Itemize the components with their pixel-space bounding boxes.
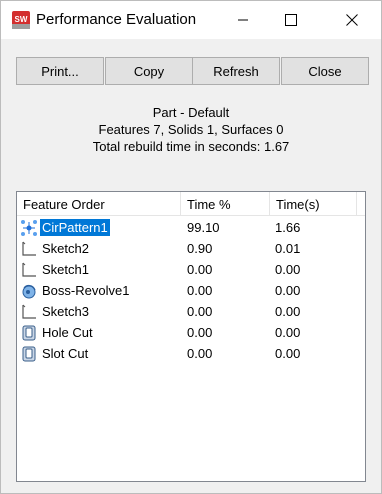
cut-icon <box>20 345 38 363</box>
title-bar: SW Performance Evaluation <box>1 1 381 39</box>
table-row[interactable]: CirPattern1 99.10 1.66 <box>17 217 365 238</box>
svg-text:SW: SW <box>15 15 28 24</box>
sketch-icon <box>20 261 38 279</box>
list-header: Feature Order Time % Time(s) <box>17 192 365 216</box>
time-percent-cell: 0.90 <box>187 241 213 256</box>
minimize-button[interactable] <box>220 1 266 39</box>
time-percent-cell: 0.00 <box>187 325 213 340</box>
feature-name-cell: Boss-Revolve1 <box>20 280 180 301</box>
sketch-icon <box>20 303 38 321</box>
time-seconds-cell: 0.00 <box>275 283 301 298</box>
print-button[interactable]: Print... <box>16 57 104 85</box>
circular-pattern-icon <box>20 219 38 237</box>
feature-name: Hole Cut <box>42 325 93 340</box>
table-row[interactable]: Sketch2 0.90 0.01 <box>17 238 365 259</box>
table-row[interactable]: Slot Cut 0.00 0.00 <box>17 343 365 364</box>
time-percent-cell: 99.10 <box>187 220 220 235</box>
copy-button[interactable]: Copy <box>105 57 193 85</box>
revolve-icon <box>20 282 38 300</box>
time-seconds-cell: 0.00 <box>275 346 301 361</box>
feature-name-cell: Sketch1 <box>20 259 180 280</box>
time-percent-cell: 0.00 <box>187 262 213 277</box>
cut-icon <box>20 324 38 342</box>
time-percent-cell: 0.00 <box>187 304 213 319</box>
feature-name-cell: Sketch2 <box>20 238 180 259</box>
solidworks-app-icon: SW <box>11 10 31 30</box>
configuration-label: Part - Default <box>152 105 230 120</box>
table-row[interactable]: Boss-Revolve1 0.00 0.00 <box>17 280 365 301</box>
feature-name-cell: Slot Cut <box>20 343 180 364</box>
feature-list[interactable]: Feature Order Time % Time(s) CirPattern1… <box>16 191 366 482</box>
feature-name: CirPattern1 <box>40 219 110 236</box>
time-seconds-cell: 0.01 <box>275 241 301 256</box>
feature-counts-label: Features 7, Solids 1, Surfaces 0 <box>98 122 284 137</box>
time-percent-cell: 0.00 <box>187 283 213 298</box>
rebuild-time-label: Total rebuild time in seconds: 1.67 <box>92 139 290 154</box>
time-seconds-cell: 0.00 <box>275 262 301 277</box>
feature-name: Sketch3 <box>42 304 89 319</box>
table-row[interactable]: Sketch3 0.00 0.00 <box>17 301 365 322</box>
column-header-time-seconds[interactable]: Time(s) <box>270 192 357 216</box>
feature-name: Boss-Revolve1 <box>42 283 130 298</box>
table-row[interactable]: Hole Cut 0.00 0.00 <box>17 322 365 343</box>
maximize-button[interactable] <box>268 1 314 39</box>
maximize-icon <box>285 14 297 26</box>
table-row[interactable]: Sketch1 0.00 0.00 <box>17 259 365 280</box>
close-button[interactable]: Close <box>281 57 369 85</box>
performance-evaluation-window: SW Performance Evaluation Print... Copy … <box>0 0 382 494</box>
time-seconds-cell: 0.00 <box>275 304 301 319</box>
feature-name: Sketch1 <box>42 262 89 277</box>
feature-name-cell: CirPattern1 <box>20 217 180 238</box>
feature-name-cell: Hole Cut <box>20 322 180 343</box>
time-percent-cell: 0.00 <box>187 346 213 361</box>
column-header-feature-order[interactable]: Feature Order <box>17 192 181 216</box>
time-seconds-cell: 1.66 <box>275 220 301 235</box>
sketch-icon <box>20 240 38 258</box>
column-header-time-percent[interactable]: Time % <box>181 192 270 216</box>
minimize-icon <box>238 19 248 21</box>
close-window-button[interactable] <box>329 1 375 39</box>
window-title: Performance Evaluation <box>36 11 197 28</box>
feature-name-cell: Sketch3 <box>20 301 180 322</box>
feature-name: Slot Cut <box>42 346 89 361</box>
feature-name: Sketch2 <box>42 241 89 256</box>
close-icon <box>346 14 358 26</box>
refresh-button[interactable]: Refresh <box>192 57 280 85</box>
time-seconds-cell: 0.00 <box>275 325 301 340</box>
